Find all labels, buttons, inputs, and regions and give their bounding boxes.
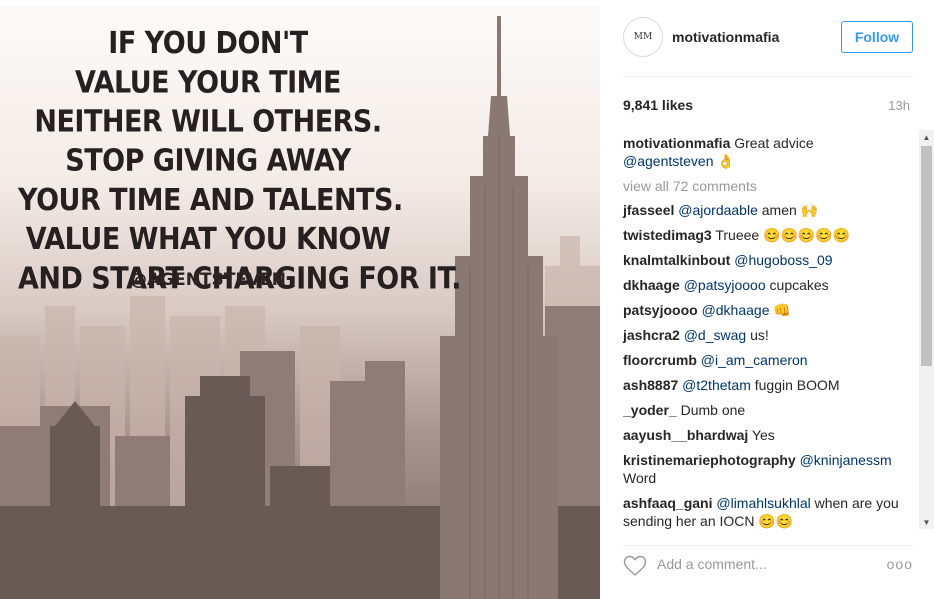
comment-row: knalmtalkinbout @hugoboss_09 <box>623 251 913 269</box>
follow-button[interactable]: Follow <box>841 21 913 53</box>
comment-text: Trueee 😊😊😊😊😊 <box>715 227 851 243</box>
quote-line: VALUE YOUR TIME <box>75 65 341 101</box>
post-timestamp[interactable]: 13h <box>888 98 910 113</box>
more-options-icon[interactable]: ooo <box>887 556 913 572</box>
comment-row: _yoder_ Dumb one <box>623 401 913 419</box>
comment-text: Word <box>623 470 657 486</box>
triangle-down-icon[interactable]: ▼ <box>919 515 934 529</box>
comment-mention[interactable]: @limahlsukhlal <box>716 495 810 511</box>
comment-username[interactable]: patsyjoooo <box>623 302 698 318</box>
comment-username[interactable]: jfasseel <box>623 202 674 218</box>
comment-username[interactable]: dkhaage <box>623 277 680 293</box>
quote-line: YOUR TIME AND TALENTS. <box>18 183 403 218</box>
comments-list: motivationmafia Great advice @agentsteve… <box>623 134 913 537</box>
comment-text: us! <box>750 327 769 343</box>
comment-footer: Add a comment... ooo <box>623 545 913 585</box>
post-sidebar: MM motivationmafia Follow 9,841 likes 13… <box>601 0 934 599</box>
comment-username[interactable]: ash8887 <box>623 377 678 393</box>
add-comment-input[interactable]: Add a comment... <box>657 556 857 572</box>
comment-row: aayush__bhardwaj Yes <box>623 426 913 444</box>
comment-row: patsyjoooo @dkhaage 👊 <box>623 301 913 319</box>
comment-mention[interactable]: @patsyjoooo <box>684 277 766 293</box>
post-header: MM motivationmafia Follow <box>623 17 913 77</box>
comment-username[interactable]: aayush__bhardwaj <box>623 427 748 443</box>
view-all-comments-link[interactable]: view all 72 comments <box>623 177 913 195</box>
triangle-up-icon[interactable]: ▲ <box>919 130 934 144</box>
comment-mention[interactable]: @d_swag <box>684 327 746 343</box>
quote-line: NEITHER WILL OTHERS. <box>34 104 382 140</box>
post-author-username[interactable]: motivationmafia <box>672 29 779 45</box>
caption-username[interactable]: motivationmafia <box>623 135 730 151</box>
comment-username[interactable]: kristinemariephotography <box>623 452 796 468</box>
comment-username[interactable]: ashfaaq_gani <box>623 495 712 511</box>
comment-row: dkhaage @patsyjoooo cupcakes <box>623 276 913 294</box>
comment-mention[interactable]: @t2thetam <box>682 377 751 393</box>
comment-text: Yes <box>751 427 775 443</box>
comment-mention[interactable]: @kninjanessm <box>800 452 892 468</box>
comment-row: twistedimag3 Trueee 😊😊😊😊😊 <box>623 226 913 244</box>
avatar-logo: MM <box>633 32 653 42</box>
heart-outline-icon[interactable] <box>623 555 647 577</box>
image-quote: IF YOU DON'T VALUE YOUR TIME NEITHER WIL… <box>18 24 462 298</box>
quote-line: VALUE WHAT YOU KNOW <box>25 222 391 257</box>
post-image[interactable]: IF YOU DON'T VALUE YOUR TIME NEITHER WIL… <box>0 6 600 599</box>
comment-row: jfasseel @ajordaable amen 🙌 <box>623 201 913 219</box>
avatar[interactable]: MM <box>623 17 663 57</box>
caption-emoji: 👌 <box>717 153 735 169</box>
comment-text: cupcakes <box>769 277 829 293</box>
scrollbar-thumb[interactable] <box>921 146 932 366</box>
image-handle: @AGENTSTEVEN <box>130 270 286 290</box>
quote-line: IF YOU DON'T <box>108 26 308 61</box>
comment-row: ash8887 @t2thetam fuggin BOOM <box>623 376 913 394</box>
comment-row: floorcrumb @i_am_cameron <box>623 351 913 369</box>
likes-count[interactable]: 9,841 likes <box>623 97 693 113</box>
comment-row: kristinemariephotography @kninjanessm Wo… <box>623 451 913 487</box>
caption: motivationmafia Great advice @agentsteve… <box>623 134 913 170</box>
quote-line: STOP GIVING AWAY <box>65 143 351 179</box>
comment-text: Dumb one <box>680 402 746 418</box>
comment-mention[interactable]: @hugoboss_09 <box>734 252 832 268</box>
comment-text: 👊 <box>773 302 791 318</box>
comment-mention[interactable]: @i_am_cameron <box>701 352 808 368</box>
comment-username[interactable]: knalmtalkinbout <box>623 252 730 268</box>
comment-username[interactable]: jashcra2 <box>623 327 680 343</box>
comment-row: ashfaaq_gani @limahlsukhlal when are you… <box>623 494 913 530</box>
comment-mention[interactable]: @dkhaage <box>702 302 770 318</box>
comment-text: amen 🙌 <box>761 202 819 218</box>
comment-text: fuggin BOOM <box>754 377 840 393</box>
comments-scrollbar[interactable]: ▲ ▼ <box>919 130 934 529</box>
comment-username[interactable]: floorcrumb <box>623 352 697 368</box>
comment-username[interactable]: _yoder_ <box>623 402 677 418</box>
caption-mention[interactable]: @agentsteven <box>623 153 714 169</box>
comment-username[interactable]: twistedimag3 <box>623 227 712 243</box>
comment-row: jashcra2 @d_swag us! <box>623 326 913 344</box>
comment-mention[interactable]: @ajordaable <box>678 202 758 218</box>
caption-text: Great advice <box>734 135 814 151</box>
